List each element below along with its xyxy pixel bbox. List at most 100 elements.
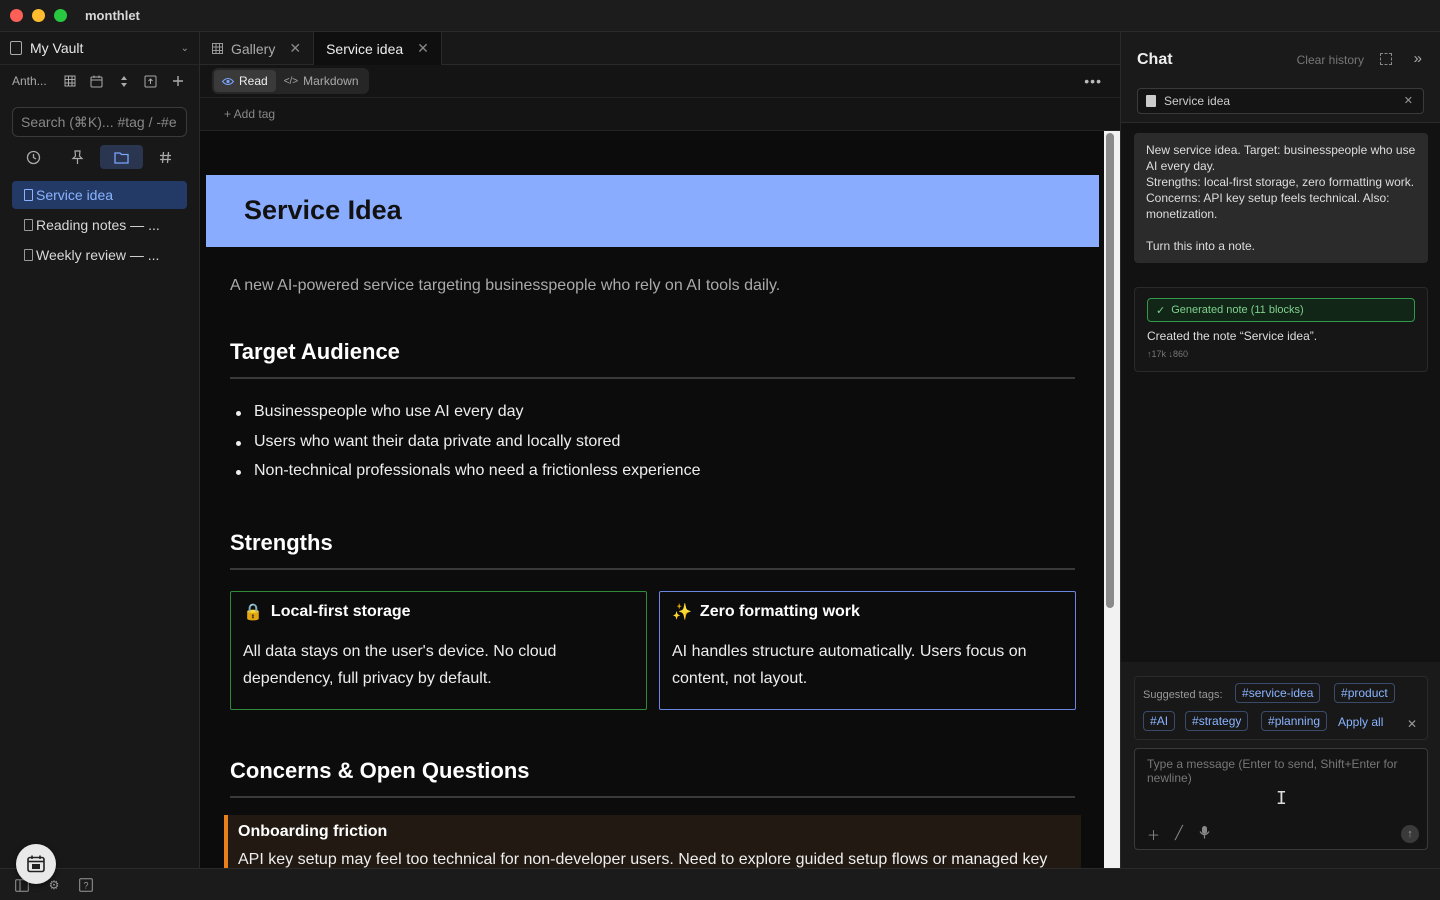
document-icon [24,189,33,201]
tag-label: planning [1274,714,1321,728]
document-title-banner: Service Idea [206,175,1099,247]
document-icon [24,249,33,261]
vault-switcher[interactable]: My Vault ⌄ [0,32,199,65]
section-heading-concerns: Concerns & Open Questions [230,758,1075,798]
microphone-icon[interactable] [1199,825,1210,842]
dismiss-tags-icon[interactable]: ✕ [1407,717,1417,731]
callout-title: Onboarding friction [238,823,388,840]
audience-list: Businesspeople who use AI every day User… [230,403,700,492]
import-icon[interactable] [137,69,164,93]
file-item-reading-notes[interactable]: Reading notes — ... [12,211,187,239]
card-title: Zero formatting work [699,603,860,620]
file-item-service-idea[interactable]: Service idea [12,181,187,209]
chat-header: Chat Clear history » [1121,32,1440,88]
message-line-blank [1146,222,1416,238]
strength-card-local-first: 🔒 Local-first storage All data stays on … [230,591,647,710]
add-note-icon[interactable] [164,69,191,93]
document-icon [24,219,33,231]
tag-bar: + Add tag [200,98,1120,131]
user-message: New service idea. Target: businesspeople… [1134,133,1428,263]
card-title-row: ✨ Zero formatting work [672,602,1063,622]
document-view: Service Idea A new AI-powered service ta… [200,131,1105,868]
message-line: New service idea. Target: businesspeople… [1146,143,1416,173]
chevron-down-icon: ⌄ [180,42,189,54]
close-tab-icon[interactable]: ✕ [417,40,429,57]
markdown-mode-label: Markdown [303,74,359,88]
message-line: Concerns: API key setup feels technical.… [1146,191,1390,221]
clear-history-button[interactable]: Clear history [1297,53,1364,67]
more-options-icon[interactable]: ••• [1084,73,1102,89]
suggested-tag-chip[interactable]: # planning [1261,711,1328,731]
editor-area: Gallery ✕ Service idea ✕ Read </> Markdo… [200,32,1120,868]
collapse-panel-icon[interactable]: » [1414,50,1422,67]
search-input[interactable]: Search (⌘K)... #tag / -#e [12,107,187,137]
generated-note-badge[interactable]: ✓ Generated note (11 blocks) [1147,298,1415,322]
suggested-tag-chip[interactable]: # AI [1143,711,1176,731]
tab-label: Service idea [326,40,404,57]
chat-messages: New service idea. Target: businesspeople… [1121,122,1440,662]
minimize-window-button[interactable] [32,9,45,22]
tab-gallery[interactable]: Gallery ✕ [200,32,315,65]
calendar-icon[interactable] [83,69,110,93]
calendar-fab-button[interactable] [16,844,56,884]
calendar-icon [27,855,45,873]
grid-icon [212,43,223,54]
tab-bar: Gallery ✕ Service idea ✕ [200,32,1120,65]
file-item-label: Reading notes — ... [36,217,160,233]
message-line: Strengths: local-first storage, zero for… [1146,175,1415,189]
sidebar-toolbar-label[interactable]: Anth... [12,74,56,88]
pin-icon[interactable] [56,145,100,169]
apply-all-tags-button[interactable]: Apply all [1338,715,1383,729]
section-heading-audience: Target Audience [230,339,1075,379]
attach-icon[interactable]: ＋ [1147,825,1160,844]
markdown-mode-button[interactable]: </> Markdown [276,70,367,92]
context-note-chip[interactable]: Service idea ✕ [1137,88,1424,114]
lock-icon: 🔒 [243,604,263,621]
file-item-label: Service idea [36,187,114,203]
remove-context-icon[interactable]: ✕ [1404,94,1413,107]
view-mode-bar: Read </> Markdown ••• [200,65,1120,98]
assistant-message: ✓ Generated note (11 blocks) Created the… [1134,287,1428,372]
recent-icon[interactable] [12,145,56,169]
tag-label: strategy [1198,714,1242,728]
assistant-message-text: Created the note “Service idea”. [1147,329,1318,343]
file-item-weekly-review[interactable]: Weekly review — ... [12,241,187,269]
sort-icon[interactable] [110,69,137,93]
hashtag-icon[interactable] [143,145,187,169]
text-cursor-icon: I [1276,788,1287,809]
scrollbar-thumb[interactable] [1106,133,1114,608]
suggested-tag-chip[interactable]: # product [1334,683,1395,703]
context-note-label: Service idea [1164,94,1231,108]
strength-card-zero-formatting: ✨ Zero formatting work AI handles struct… [659,591,1076,710]
document-icon [1146,95,1156,107]
grid-icon[interactable] [56,69,83,93]
help-icon[interactable]: ? [78,877,94,893]
add-tag-button[interactable]: + Add tag [224,107,275,121]
list-item: Users who want their data private and lo… [230,433,700,463]
close-window-button[interactable] [10,9,23,22]
read-mode-label: Read [239,74,268,88]
read-mode-button[interactable]: Read [214,70,276,92]
suggested-tag-chip[interactable]: # strategy [1185,711,1249,731]
card-body: All data stays on the user's device. No … [243,643,557,687]
vault-name: My Vault [30,40,84,56]
sidebar-toolbar: Anth... [0,65,199,97]
tab-service-idea[interactable]: Service idea ✕ [314,32,442,65]
tab-label: Gallery [231,40,276,57]
check-icon: ✓ [1156,304,1166,317]
maximize-window-button[interactable] [54,9,67,22]
token-usage: ↑17k ↓860 [1147,349,1189,359]
expand-icon[interactable] [1380,53,1392,65]
chat-title: Chat [1137,51,1173,68]
suggested-tags-label: Suggested tags: [1143,689,1223,701]
view-mode-toggle: Read </> Markdown [212,68,369,94]
sidebar-view-switcher [0,143,199,171]
svg-text:?: ? [83,881,88,891]
close-tab-icon[interactable]: ✕ [289,40,301,57]
section-heading-strengths: Strengths [230,530,1075,570]
suggested-tag-chip[interactable]: # service-idea [1235,683,1321,703]
send-button[interactable]: ↑ [1401,825,1419,843]
folder-icon[interactable] [99,145,144,169]
slash-command-icon[interactable]: ╱ [1175,825,1183,841]
sparkles-icon: ✨ [672,604,692,621]
